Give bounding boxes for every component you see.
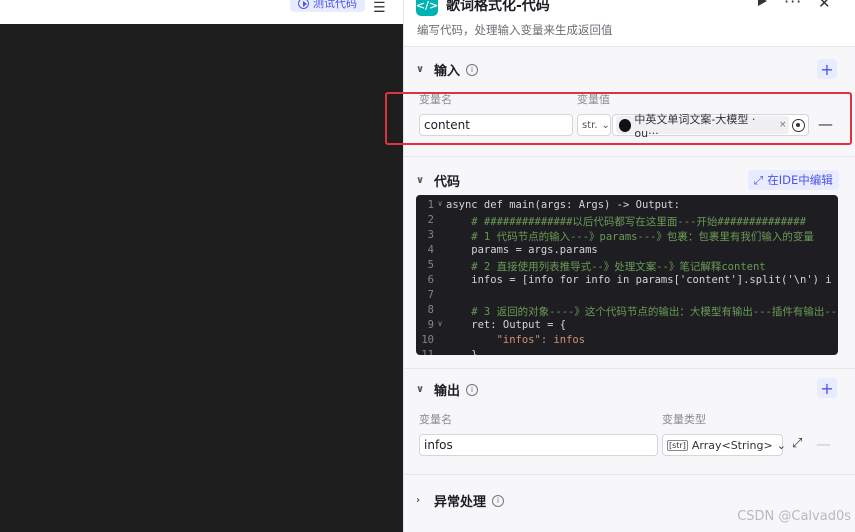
output-type-select[interactable]: [str] Array<String> ⌄: [662, 434, 786, 456]
array-string-icon: [str]: [667, 439, 688, 451]
input-section-title: 输入: [434, 64, 461, 79]
run-icon[interactable]: [756, 0, 768, 8]
info-icon[interactable]: i: [466, 383, 479, 396]
code-text: ret: Output = {: [446, 319, 567, 331]
node-description[interactable]: 编写代码，处理输入变量来生成返回值: [417, 22, 613, 38]
output-type-column-label: 变量类型: [662, 413, 706, 426]
exception-section-title: 异常处理: [434, 495, 487, 510]
fold-gutter: [434, 349, 446, 355]
chevron-down-icon: ∨: [416, 384, 425, 395]
fold-gutter: [434, 334, 446, 349]
chevron-down-icon: ∨: [416, 64, 425, 75]
code-line[interactable]: 6 infos = [info for info in params['cont…: [416, 274, 838, 289]
edit-in-ide-button[interactable]: ⤢ 在IDE中编辑: [748, 170, 839, 190]
code-text: async def main(args: Args) -> Output:: [446, 199, 680, 211]
fold-gutter: [434, 274, 446, 289]
line-number: 10: [421, 334, 434, 346]
output-name-column-label: 变量名: [419, 413, 452, 426]
code-text: # 2 直接使用列表推导式--》处理文案--》笔记解释content: [446, 261, 766, 273]
fold-gutter: [434, 289, 446, 304]
code-text: # 3 返回的对象----》这个代码节点的输出：大模型有输出---插件有输出--: [446, 306, 837, 318]
code-text: infos = [info for info in params['conten…: [446, 274, 832, 286]
test-code-label: 测试代码: [313, 0, 357, 10]
test-code-button[interactable]: 测试代码: [290, 0, 365, 12]
code-section-header[interactable]: ∨ 代码: [416, 171, 460, 190]
code-line[interactable]: 9 ∨ ret: Output = {: [416, 319, 838, 334]
output-variable-name-field[interactable]: infos: [419, 434, 658, 456]
code-editor[interactable]: 1 ∨ async def main(args: Args) -> Output: 2…: [416, 195, 838, 355]
line-number: 4: [427, 244, 434, 256]
divider: [404, 156, 855, 157]
panel-header: </> 歌词格式化-代码 ··· ✕ 编写代码，处理输入变量来生成返回值: [404, 0, 855, 46]
code-line[interactable]: 7: [416, 289, 838, 304]
info-icon[interactable]: i: [466, 63, 479, 76]
play-circle-icon: [298, 0, 309, 9]
node-config-panel: </> 歌词格式化-代码 ··· ✕ 编写代码，处理输入变量来生成返回值 ∨ 输…: [403, 0, 855, 532]
expand-schema-icon[interactable]: ⤢: [792, 436, 802, 451]
code-line[interactable]: 11 }: [416, 349, 838, 355]
code-text: # 1 代码节点的输入---》params---》包裹：包裹里有我们输入的变量: [446, 231, 814, 243]
code-section-title: 代码: [434, 175, 461, 190]
fold-gutter: [434, 214, 446, 229]
code-line[interactable]: 1 ∨ async def main(args: Args) -> Output:: [416, 199, 838, 214]
code-line[interactable]: 4 params = args.params: [416, 244, 838, 259]
chevron-down-icon: ∨: [416, 175, 425, 186]
remove-output-button: —: [816, 435, 831, 453]
output-section-header[interactable]: ∨ 输出 i: [416, 380, 479, 399]
fold-chevron-icon[interactable]: ∨: [434, 319, 446, 334]
expand-icon: ⤢: [754, 172, 764, 187]
watermark: CSDN @Calvad0s: [737, 509, 851, 524]
fold-gutter: [434, 244, 446, 259]
code-line[interactable]: 5 # 2 直接使用列表推导式--》处理文案--》笔记解释content: [416, 259, 838, 274]
output-type-label: Array<String>: [691, 438, 773, 452]
close-icon[interactable]: ✕: [818, 0, 831, 12]
code-line[interactable]: 2 # ##############以后代码都写在这里面---开始#######…: [416, 214, 838, 229]
fold-chevron-icon[interactable]: ∨: [434, 199, 446, 214]
line-number: 8: [427, 304, 434, 316]
more-icon[interactable]: ···: [784, 0, 802, 11]
add-output-button[interactable]: +: [817, 378, 837, 398]
edit-in-ide-label: 在IDE中编辑: [767, 173, 833, 187]
highlight-box: [385, 92, 852, 145]
code-text: # ##############以后代码都写在这里面---开始#########…: [446, 216, 806, 228]
line-number: 5: [427, 259, 434, 271]
add-input-button[interactable]: +: [817, 59, 837, 79]
line-number: 3: [427, 229, 434, 241]
fold-gutter: [434, 259, 446, 274]
info-icon[interactable]: i: [492, 494, 505, 507]
line-number: 1: [427, 199, 434, 211]
code-line[interactable]: 3 # 1 代码节点的输入---》params---》包裹：包裹里有我们输入的变…: [416, 229, 838, 244]
code-node-icon: </>: [416, 0, 438, 16]
chevron-down-icon: ⌄: [776, 438, 786, 452]
code-text: "infos": infos: [446, 334, 586, 346]
exception-section-header[interactable]: › 异常处理 i: [416, 491, 505, 510]
line-number: 6: [427, 274, 434, 286]
fold-gutter: [434, 304, 446, 319]
node-title[interactable]: 歌词格式化-代码: [446, 0, 550, 15]
line-number: 7: [427, 289, 434, 301]
code-text: params = args.params: [446, 244, 598, 256]
divider: [404, 46, 855, 47]
chevron-right-icon: ›: [416, 495, 421, 506]
divider: [404, 368, 855, 369]
divider: [404, 474, 855, 475]
fold-gutter: [434, 229, 446, 244]
code-text: }: [446, 349, 478, 355]
line-number: 9: [427, 319, 434, 331]
line-number: 11: [421, 349, 434, 355]
code-line[interactable]: 10 "infos": infos: [416, 334, 838, 349]
output-section-title: 输出: [434, 384, 461, 399]
input-section-header[interactable]: ∨ 输入 i: [416, 60, 479, 79]
collapse-panel-icon[interactable]: ☰: [373, 0, 389, 16]
code-line[interactable]: 8 # 3 返回的对象----》这个代码节点的输出：大模型有输出---插件有输出…: [416, 304, 838, 319]
line-number: 2: [427, 214, 434, 226]
workflow-canvas: [0, 24, 403, 532]
